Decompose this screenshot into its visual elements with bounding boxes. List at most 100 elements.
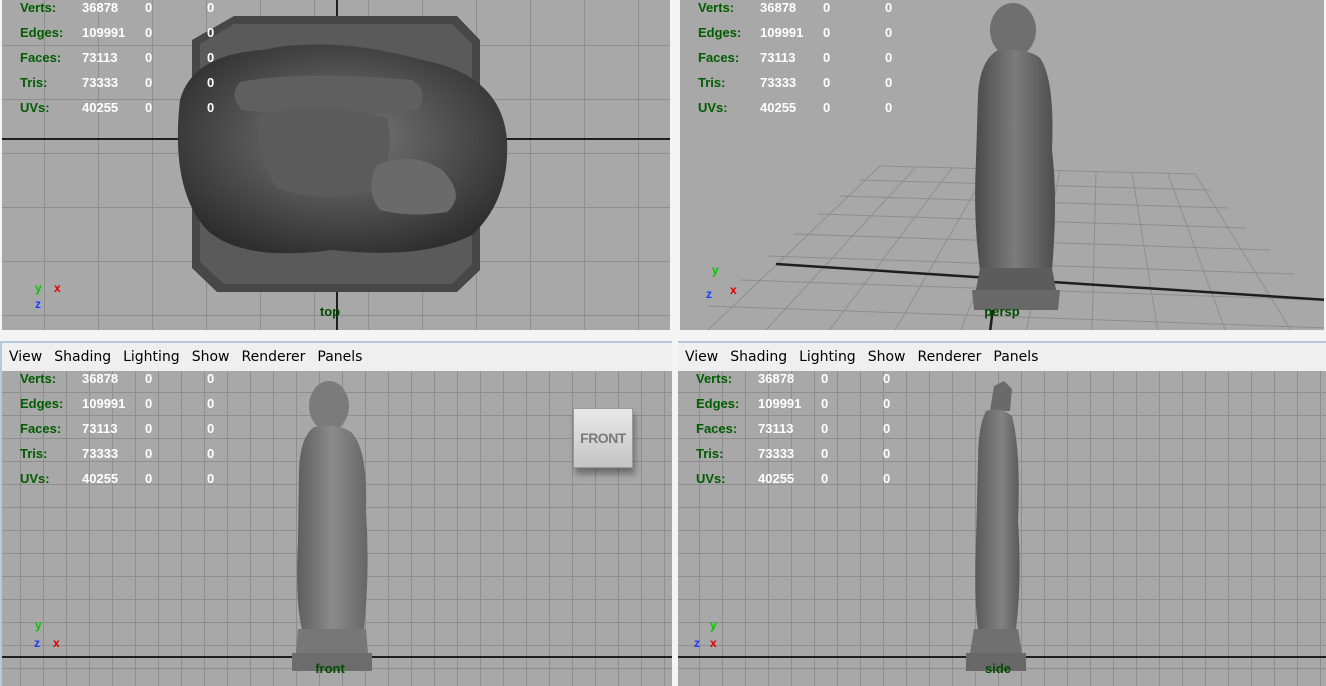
menu-view[interactable]: View — [685, 349, 718, 365]
menu-lighting[interactable]: Lighting — [123, 349, 180, 365]
stat-value: 40255 — [82, 100, 119, 115]
stat-value: 0 — [145, 471, 153, 486]
menu-shading[interactable]: Shading — [730, 349, 787, 365]
stat-label: Faces: — [20, 421, 62, 436]
axis-gizmo-icon: y z x — [706, 262, 746, 302]
stat-value: 0 — [145, 100, 153, 115]
stat-value: 73333 — [758, 446, 795, 461]
stat-value: 109991 — [758, 396, 802, 411]
hud-row-uvs: UVs: 40255 0 0 — [698, 98, 918, 123]
stat-value: 0 — [145, 446, 153, 461]
stat-value: 0 — [145, 371, 153, 386]
menu-show[interactable]: Show — [192, 349, 230, 365]
hud-row-uvs: UVs: 40255 0 0 — [20, 98, 240, 123]
stat-label: Faces: — [698, 50, 740, 65]
stat-label: Verts: — [698, 0, 735, 15]
stat-value: 0 — [207, 421, 215, 436]
stat-label: UVs: — [20, 471, 50, 486]
stat-value: 0 — [883, 396, 891, 411]
viewport-canvas[interactable]: Verts: 36878 0 0 Edges: 109991 0 0 Faces: 73113… — [678, 0, 1326, 332]
hud-row-tris: Tris: 73333 0 0 — [20, 444, 240, 469]
panel-divider[interactable] — [672, 0, 678, 686]
stat-value: 0 — [883, 471, 891, 486]
menu-panels[interactable]: Panels — [317, 349, 362, 365]
stat-value: 0 — [821, 371, 829, 386]
stat-value: 0 — [207, 446, 215, 461]
stat-value: 73333 — [760, 75, 797, 90]
viewport-top[interactable]: Verts: 36878 0 0 Edges: 109991 0 0 Faces: 73113… — [0, 0, 672, 332]
gizmo-y-label: y — [710, 618, 717, 632]
stat-value: 109991 — [760, 25, 804, 40]
camera-label: persp — [984, 304, 1020, 319]
hud-row-faces: Faces: 73113 0 0 — [696, 419, 916, 444]
hud-row-verts: Verts: 36878 0 0 — [698, 0, 918, 23]
menu-lighting[interactable]: Lighting — [799, 349, 856, 365]
stat-value: 73113 — [760, 50, 796, 65]
panel-divider[interactable] — [0, 332, 1326, 341]
stat-value: 73333 — [82, 75, 119, 90]
menu-view[interactable]: View — [9, 349, 42, 365]
viewcube-icon[interactable]: FRONT — [573, 408, 633, 468]
axis-gizmo-icon: y x z — [32, 280, 72, 320]
poly-count-hud: Verts: 36878 0 0 Edges: 109991 0 0 Faces: 73113… — [696, 371, 916, 494]
stat-label: UVs: — [20, 100, 50, 115]
gizmo-y-label: y — [35, 281, 42, 295]
gizmo-z-label: z — [34, 636, 40, 650]
menu-renderer[interactable]: Renderer — [241, 349, 305, 365]
gizmo-x-label: x — [730, 283, 737, 297]
viewport-persp[interactable]: Verts: 36878 0 0 Edges: 109991 0 0 Faces: 73113… — [678, 0, 1326, 332]
stat-label: Tris: — [698, 75, 726, 90]
axis-gizmo-icon: y z x — [32, 617, 72, 657]
hud-row-edges: Edges: 109991 0 0 — [698, 23, 918, 48]
panel-menu-bar: View Shading Lighting Show Renderer Pane… — [678, 341, 1326, 372]
hud-row-tris: Tris: 73333 0 0 — [698, 73, 918, 98]
stat-value: 0 — [207, 100, 215, 115]
stat-value: 0 — [145, 421, 153, 436]
stat-label: UVs: — [696, 471, 726, 486]
camera-label: top — [319, 304, 341, 319]
gizmo-y-label: y — [35, 618, 42, 632]
stat-value: 73113 — [82, 50, 118, 65]
menu-panels[interactable]: Panels — [993, 349, 1038, 365]
stat-label: Edges: — [698, 25, 742, 40]
stat-value: 40255 — [758, 471, 795, 486]
camera-label: front — [315, 661, 345, 676]
stat-value: 0 — [821, 421, 829, 436]
stat-value: 0 — [145, 0, 153, 15]
stat-label: Faces: — [20, 50, 62, 65]
stat-value: 0 — [207, 0, 215, 15]
gizmo-x-label: x — [53, 636, 60, 650]
viewport-canvas[interactable]: Verts: 36878 0 0 Edges: 109991 0 0 Faces: 73113… — [0, 0, 672, 332]
hud-row-faces: Faces: 73113 0 0 — [698, 48, 918, 73]
viewport-side[interactable]: View Shading Lighting Show Renderer Pane… — [678, 341, 1326, 686]
menu-renderer[interactable]: Renderer — [917, 349, 981, 365]
stat-value: 0 — [823, 50, 831, 65]
gizmo-z-label: z — [706, 287, 712, 301]
stat-value: 0 — [145, 50, 153, 65]
gizmo-x-label: x — [710, 636, 717, 650]
stat-value: 73113 — [758, 421, 794, 436]
stat-value: 73333 — [82, 446, 119, 461]
hud-row-edges: Edges: 109991 0 0 — [20, 23, 240, 48]
panel-menu-bar: View Shading Lighting Show Renderer Pane… — [2, 341, 672, 372]
stat-value: 0 — [207, 25, 215, 40]
menu-shading[interactable]: Shading — [54, 349, 111, 365]
axis-gizmo-icon: y z x — [688, 617, 728, 657]
stat-label: UVs: — [698, 100, 728, 115]
stat-value: 0 — [821, 396, 829, 411]
stat-value: 40255 — [82, 471, 119, 486]
stat-value: 36878 — [82, 0, 119, 15]
viewport-front[interactable]: View Shading Lighting Show Renderer Pane… — [0, 341, 672, 686]
stat-value: 0 — [883, 421, 891, 436]
stat-label: Tris: — [20, 446, 48, 461]
stat-value: 0 — [207, 396, 215, 411]
stat-value: 0 — [885, 75, 893, 90]
stat-value: 109991 — [82, 25, 126, 40]
viewport-canvas[interactable]: Verts: 36878 0 0 Edges: 109991 0 0 Faces: 73113… — [678, 371, 1326, 686]
stat-value: 0 — [885, 0, 893, 15]
menu-show[interactable]: Show — [868, 349, 906, 365]
stat-value: 0 — [145, 396, 153, 411]
stat-value: 0 — [207, 50, 215, 65]
poly-count-hud: Verts: 36878 0 0 Edges: 109991 0 0 Faces: 73113… — [20, 0, 240, 123]
viewport-canvas[interactable]: FRONT Verts: 36878 0 0 Edges: 109991 0 0 Faces… — [2, 371, 672, 686]
